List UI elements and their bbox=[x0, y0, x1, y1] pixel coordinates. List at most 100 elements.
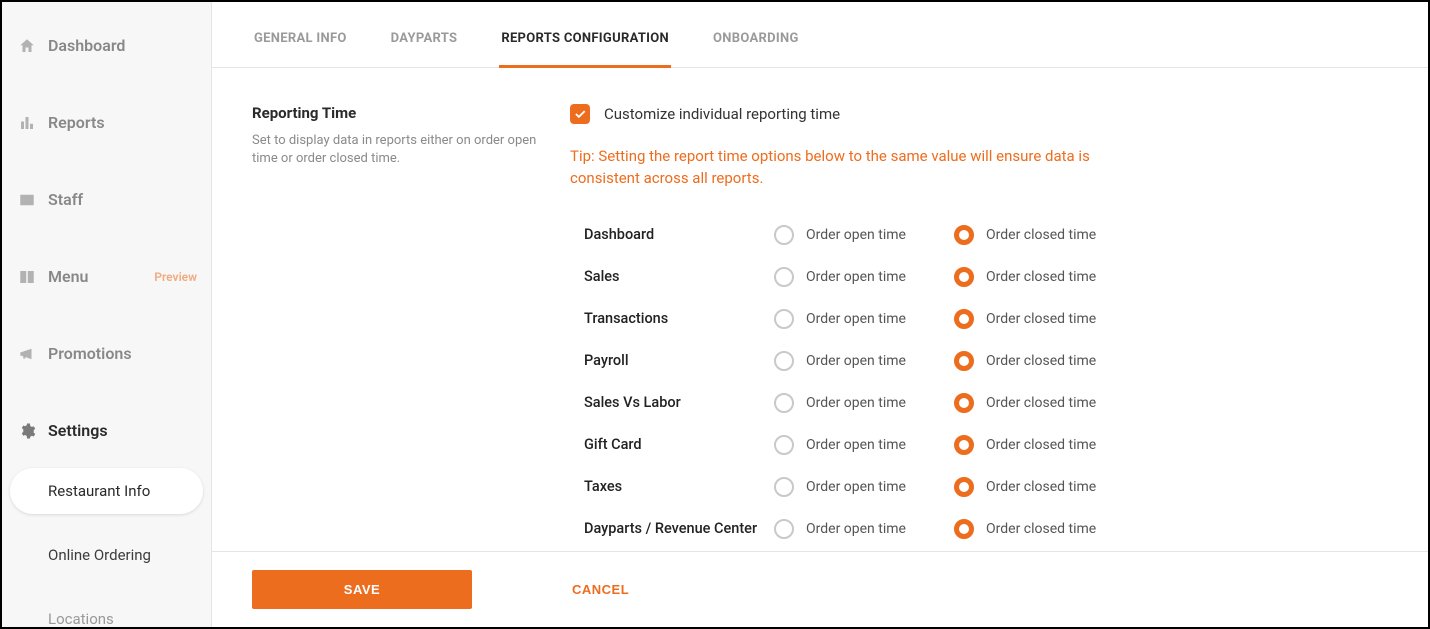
radio-order-closed-time[interactable]: Order closed time bbox=[954, 393, 1134, 413]
option-name: Sales bbox=[584, 268, 774, 285]
subnav-item-label: Online Ordering bbox=[48, 546, 151, 564]
radio-label: Order closed time bbox=[986, 437, 1096, 453]
subnav-item-online-ordering[interactable]: Online Ordering bbox=[10, 532, 203, 578]
footer: SAVE CANCEL bbox=[212, 551, 1428, 627]
radio-order-open-time[interactable]: Order open time bbox=[774, 351, 954, 371]
sidebar-item-label: Staff bbox=[48, 190, 83, 209]
radio-indicator bbox=[954, 393, 974, 413]
radio-indicator bbox=[774, 519, 794, 539]
radio-order-closed-time[interactable]: Order closed time bbox=[954, 267, 1134, 287]
radio-indicator bbox=[774, 351, 794, 371]
radio-label: Order closed time bbox=[986, 395, 1096, 411]
sidebar-item-staff[interactable]: Staff bbox=[2, 176, 211, 223]
option-row: Gift Card Order open time Order closed tim… bbox=[584, 424, 1388, 466]
radio-indicator bbox=[954, 435, 974, 455]
subnav-item-restaurant-info[interactable]: Restaurant Info bbox=[10, 468, 203, 514]
radio-label: Order open time bbox=[806, 353, 906, 369]
gear-icon bbox=[18, 422, 36, 440]
customize-checkbox-row: Customize individual reporting time bbox=[570, 104, 1388, 124]
radio-order-open-time[interactable]: Order open time bbox=[774, 477, 954, 497]
sidebar-item-promotions[interactable]: Promotions bbox=[2, 330, 211, 377]
radio-order-closed-time[interactable]: Order closed time bbox=[954, 435, 1134, 455]
radio-order-open-time[interactable]: Order open time bbox=[774, 267, 954, 287]
radio-indicator bbox=[954, 309, 974, 329]
section-controls: Customize individual reporting time Tip:… bbox=[570, 104, 1388, 550]
option-name: Sales Vs Labor bbox=[584, 394, 774, 411]
radio-order-open-time[interactable]: Order open time bbox=[774, 435, 954, 455]
option-row: Dashboard Order open time Order closed tim… bbox=[584, 214, 1388, 256]
radio-label: Order closed time bbox=[986, 269, 1096, 285]
option-row: Payroll Order open time Order closed time bbox=[584, 340, 1388, 382]
sidebar-item-label: Dashboard bbox=[48, 36, 125, 55]
radio-order-open-time[interactable]: Order open time bbox=[774, 519, 954, 539]
radio-order-closed-time[interactable]: Order closed time bbox=[954, 477, 1134, 497]
subnav-item-locations[interactable]: Locations bbox=[10, 596, 203, 627]
sidebar-item-reports[interactable]: Reports bbox=[2, 99, 211, 146]
tip-text: Tip: Setting the report time options bel… bbox=[570, 146, 1130, 190]
customize-checkbox[interactable] bbox=[570, 104, 590, 124]
radio-order-open-time[interactable]: Order open time bbox=[774, 225, 954, 245]
radio-label: Order closed time bbox=[986, 521, 1096, 537]
radio-label: Order closed time bbox=[986, 353, 1096, 369]
tab-reports-configuration[interactable]: REPORTS CONFIGURATION bbox=[499, 32, 671, 68]
radio-indicator bbox=[954, 519, 974, 539]
reporting-time-section: Reporting Time Set to display data in re… bbox=[252, 104, 1388, 550]
sidebar-item-dashboard[interactable]: Dashboard bbox=[2, 22, 211, 69]
sidebar-item-label: Reports bbox=[48, 113, 105, 132]
option-name: Dashboard bbox=[584, 226, 774, 243]
radio-label: Order open time bbox=[806, 437, 906, 453]
check-icon bbox=[573, 107, 587, 121]
sidebar-item-label: Settings bbox=[48, 421, 108, 440]
radio-indicator bbox=[954, 477, 974, 497]
tab-general-info[interactable]: GENERAL INFO bbox=[252, 32, 349, 68]
radio-indicator bbox=[774, 309, 794, 329]
sidebar-item-settings[interactable]: Settings bbox=[2, 407, 211, 454]
radio-order-closed-time[interactable]: Order closed time bbox=[954, 351, 1134, 371]
option-name: Payroll bbox=[584, 352, 774, 369]
section-title: Reporting Time bbox=[252, 104, 552, 122]
radio-label: Order open time bbox=[806, 395, 906, 411]
option-row: Dayparts / Revenue Center Order open time… bbox=[584, 508, 1388, 550]
radio-order-closed-time[interactable]: Order closed time bbox=[954, 519, 1134, 539]
content: Reporting Time Set to display data in re… bbox=[212, 68, 1428, 551]
option-row: Sales Order open time Order closed time bbox=[584, 256, 1388, 298]
radio-indicator bbox=[954, 225, 974, 245]
sidebar-item-label: Menu bbox=[48, 267, 88, 286]
radio-order-open-time[interactable]: Order open time bbox=[774, 309, 954, 329]
megaphone-icon bbox=[18, 345, 36, 363]
option-name: Gift Card bbox=[584, 436, 774, 453]
option-name: Dayparts / Revenue Center bbox=[584, 520, 774, 537]
home-icon bbox=[18, 37, 36, 55]
radio-order-closed-time[interactable]: Order closed time bbox=[954, 309, 1134, 329]
reporting-time-options: Dashboard Order open time Order closed tim… bbox=[570, 214, 1388, 550]
option-row: Transactions Order open time Order closed … bbox=[584, 298, 1388, 340]
settings-subnav: Restaurant Info Online Ordering Location… bbox=[2, 468, 211, 627]
radio-indicator bbox=[774, 393, 794, 413]
radio-indicator bbox=[774, 267, 794, 287]
radio-order-closed-time[interactable]: Order closed time bbox=[954, 225, 1134, 245]
save-button[interactable]: SAVE bbox=[252, 570, 472, 609]
radio-indicator bbox=[954, 351, 974, 371]
radio-label: Order open time bbox=[806, 269, 906, 285]
subnav-item-label: Locations bbox=[48, 610, 114, 627]
radio-label: Order open time bbox=[806, 311, 906, 327]
tab-onboarding[interactable]: ONBOARDING bbox=[711, 32, 801, 68]
radio-indicator bbox=[774, 435, 794, 455]
radio-order-open-time[interactable]: Order open time bbox=[774, 393, 954, 413]
bar-chart-icon bbox=[18, 114, 36, 132]
book-icon bbox=[18, 268, 36, 286]
customize-checkbox-label[interactable]: Customize individual reporting time bbox=[604, 105, 840, 123]
radio-label: Order closed time bbox=[986, 227, 1096, 243]
radio-indicator bbox=[774, 477, 794, 497]
option-row: Taxes Order open time Order closed time bbox=[584, 466, 1388, 508]
option-name: Transactions bbox=[584, 310, 774, 327]
cancel-button[interactable]: CANCEL bbox=[572, 582, 629, 597]
radio-label: Order open time bbox=[806, 521, 906, 537]
radio-indicator bbox=[774, 225, 794, 245]
radio-label: Order open time bbox=[806, 479, 906, 495]
radio-label: Order open time bbox=[806, 227, 906, 243]
section-help-text: Set to display data in reports either on… bbox=[252, 132, 552, 168]
tab-dayparts[interactable]: DAYPARTS bbox=[389, 32, 460, 68]
sidebar-item-menu[interactable]: Menu Preview bbox=[2, 253, 211, 300]
option-name: Taxes bbox=[584, 478, 774, 495]
